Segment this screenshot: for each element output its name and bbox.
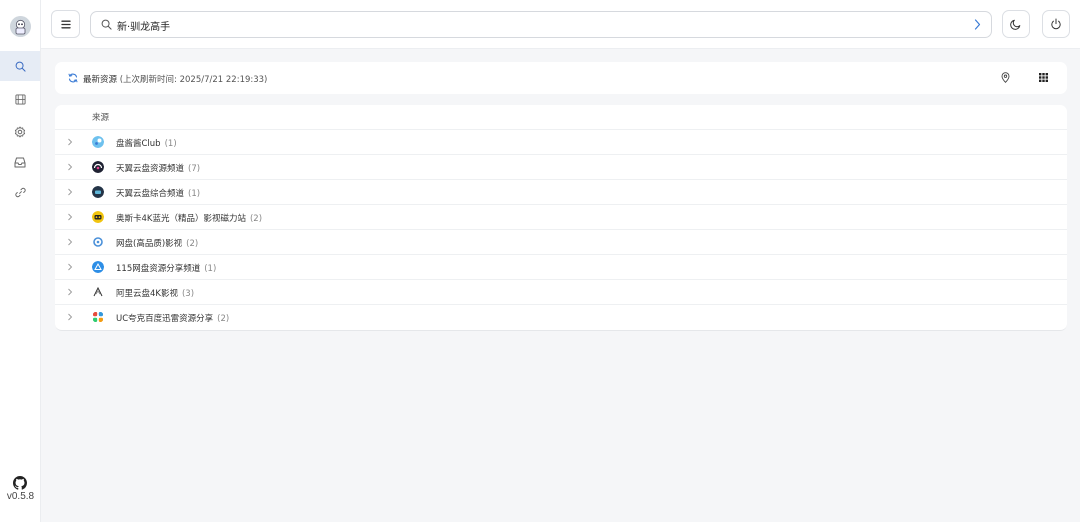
table-header: 来源 (55, 105, 1067, 130)
source-name: 天翼云盘综合频道 (1) (116, 189, 201, 199)
chevron-right-icon[interactable] (67, 313, 73, 321)
source-column-header: 来源 (92, 113, 110, 123)
chevron-right-icon[interactable] (67, 288, 73, 296)
power-icon (1051, 18, 1061, 30)
table-row[interactable]: UC夸克百度迅雷资源分享 (2) (55, 305, 1067, 330)
sidebar: v0.5.8 (0, 0, 41, 522)
search-bar (90, 11, 992, 38)
refresh-icon[interactable] (68, 73, 78, 83)
sources-table: 来源 盘酱酱Club (1) 天翼云盘资源频道 (7) 天翼云盘综合频道 (1) 奥斯… (55, 105, 1067, 331)
table-row[interactable]: 奥斯卡4K蓝光（精品）影视磁力站 (2) (55, 205, 1067, 230)
latest-resources-title: 最新资源 (83, 75, 118, 85)
chevron-right-icon[interactable] (67, 138, 73, 146)
search-icon (101, 19, 112, 30)
menu-icon (60, 20, 71, 28)
logout-button[interactable] (1042, 10, 1070, 38)
channel-avatar (93, 286, 103, 297)
source-name: 奥斯卡4K蓝光（精品）影视磁力站 (2) (116, 214, 263, 224)
chevron-right-icon[interactable] (974, 19, 981, 30)
channel-avatar (92, 136, 104, 148)
search-input[interactable] (117, 16, 957, 34)
film-icon (14, 93, 26, 105)
result-count: (1) (188, 189, 201, 199)
chevron-right-icon[interactable] (67, 238, 73, 246)
latest-resources-label: 最新资源 (上次刷新时间: 2025/7/21 22:19:33) (83, 73, 267, 85)
top-bar (41, 0, 1080, 49)
channel-avatar (93, 312, 103, 322)
menu-button[interactable] (51, 10, 80, 38)
sidebar-item-search[interactable] (0, 51, 40, 81)
gear-icon (14, 126, 26, 138)
inbox-icon (14, 157, 26, 167)
app-version: v0.5.8 (6, 491, 35, 502)
source-name: 阿里云盘4K影视 (3) (116, 289, 195, 299)
result-count: (2) (217, 314, 230, 324)
moon-icon (1010, 19, 1021, 30)
last-refresh-time: (上次刷新时间: 2025/7/21 22:19:33) (119, 75, 268, 85)
link-icon (14, 187, 26, 197)
channel-avatar (92, 161, 104, 173)
source-name: 115网盘资源分享频道 (1) (116, 264, 217, 274)
result-count: (1) (204, 264, 217, 274)
chevron-right-icon[interactable] (67, 263, 73, 271)
table-row[interactable]: 阿里云盘4K影视 (3) (55, 280, 1067, 305)
channel-avatar (92, 211, 104, 223)
search-icon (15, 61, 26, 72)
source-name: 盘酱酱Club (1) (116, 139, 177, 149)
result-count: (2) (186, 239, 199, 249)
source-name: 天翼云盘资源频道 (7) (116, 164, 201, 174)
result-count: (2) (249, 214, 263, 224)
channel-avatar (92, 186, 104, 198)
grid-view-icon[interactable] (1039, 73, 1048, 82)
result-count: (3) (181, 289, 195, 299)
latest-resources-bar: 最新资源 (上次刷新时间: 2025/7/21 22:19:33) (55, 62, 1067, 94)
sidebar-item-inbox[interactable] (0, 147, 40, 177)
github-icon[interactable] (13, 476, 27, 490)
table-row[interactable]: 盘酱酱Club (1) (55, 130, 1067, 155)
result-count: (1) (164, 139, 177, 149)
sidebar-item-films[interactable] (0, 84, 40, 114)
location-pin-icon[interactable] (1001, 72, 1010, 83)
app-logo[interactable] (10, 16, 31, 37)
source-name: UC夸克百度迅雷资源分享 (2) (116, 314, 230, 324)
chevron-right-icon[interactable] (67, 213, 73, 221)
sidebar-item-settings[interactable] (0, 117, 40, 147)
channel-avatar (92, 261, 104, 273)
channel-avatar (92, 236, 104, 248)
source-name: 网盘(高品质)影视 (2) (116, 239, 199, 249)
result-count: (7) (188, 164, 201, 174)
table-row[interactable]: 网盘(高品质)影视 (2) (55, 230, 1067, 255)
chevron-right-icon[interactable] (67, 188, 73, 196)
table-row[interactable]: 115网盘资源分享频道 (1) (55, 255, 1067, 280)
table-row[interactable]: 天翼云盘资源频道 (7) (55, 155, 1067, 180)
theme-toggle-button[interactable] (1002, 10, 1030, 38)
chevron-right-icon[interactable] (67, 163, 73, 171)
table-row[interactable]: 天翼云盘综合频道 (1) (55, 180, 1067, 205)
sidebar-item-links[interactable] (0, 177, 40, 207)
